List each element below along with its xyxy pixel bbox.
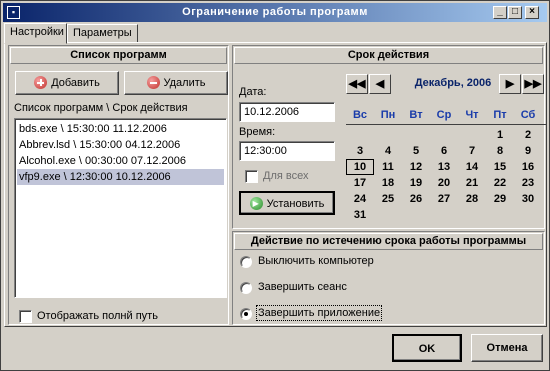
apply-all-checkbox[interactable] xyxy=(245,170,258,183)
expiry-action-group: Действие по истечению срока работы прогр… xyxy=(232,231,545,325)
calendar-weekday: Пт xyxy=(493,109,507,121)
calendar-day[interactable]: 5 xyxy=(402,143,430,159)
radio-close-app-label: Завершить приложение xyxy=(255,305,383,321)
calendar-weekday: Ср xyxy=(436,109,452,121)
calendar-day[interactable]: 14 xyxy=(458,159,486,175)
calendar-day[interactable]: 20 xyxy=(430,175,458,191)
calendar-day[interactable]: 7 xyxy=(458,143,486,159)
add-program-label: Добавить xyxy=(51,77,100,89)
full-path-label: Отображать полнй путь xyxy=(37,310,158,322)
calendar-day[interactable]: 23 xyxy=(514,175,542,191)
calendar-day[interactable]: 4 xyxy=(374,143,402,159)
validity-group: Срок действия Дата: 10.12.2006 Время: 12… xyxy=(232,45,546,229)
calendar-day[interactable]: 26 xyxy=(402,191,430,207)
calendar-day[interactable]: 21 xyxy=(458,175,486,191)
add-icon xyxy=(34,76,48,89)
next-year-button[interactable]: ▶▶ xyxy=(522,74,544,94)
title-bar[interactable]: ▪ Ограничение работы программ _ □ × xyxy=(3,3,547,22)
calendar-day[interactable]: 19 xyxy=(402,175,430,191)
add-program-button[interactable]: Добавить xyxy=(15,71,119,95)
calendar-day[interactable]: 2 xyxy=(514,127,542,143)
validity-header: Срок действия xyxy=(234,47,543,64)
calendar-day[interactable]: 31 xyxy=(346,207,374,223)
date-field[interactable]: 10.12.2006 xyxy=(239,102,335,122)
calendar-day[interactable]: 16 xyxy=(514,159,542,175)
calendar-weekday: Сб xyxy=(520,109,536,121)
calendar-day[interactable]: 17 xyxy=(346,175,374,191)
calendar-day[interactable]: 11 xyxy=(374,159,402,175)
remove-program-label: Удалить xyxy=(163,77,206,89)
window-title: Ограничение работы программ xyxy=(182,6,368,18)
calendar-day[interactable]: 13 xyxy=(430,159,458,175)
calendar-day[interactable]: 15 xyxy=(486,159,514,175)
calendar-day[interactable]: 22 xyxy=(486,175,514,191)
calendar-day[interactable]: 6 xyxy=(430,143,458,159)
calendar-month-label: Декабрь, 2006 xyxy=(414,77,492,89)
remove-icon xyxy=(146,76,160,89)
calendar: ◀◀ ◀ Декабрь, 2006 ▶ ▶▶ Вс Пн Вт Ср Чт Пт Сб 1 2… xyxy=(346,74,546,221)
expiry-action-header: Действие по истечению срока работы прогр… xyxy=(234,233,543,250)
maximize-icon[interactable]: □ xyxy=(508,6,522,19)
next-month-button[interactable]: ▶ xyxy=(499,74,521,94)
time-field[interactable]: 12:30:00 xyxy=(239,141,335,161)
program-list-item-selected[interactable]: vfp9.exe \ 12:30:00 10.12.2006 xyxy=(17,169,224,185)
radio-shutdown-label: Выключить компьютер xyxy=(258,255,374,267)
close-icon[interactable]: × xyxy=(525,6,539,19)
calendar-day[interactable]: 8 xyxy=(486,143,514,159)
time-label: Время: xyxy=(239,126,276,138)
apply-all-label: Для всех xyxy=(263,170,309,182)
program-list-item[interactable]: bds.exe \ 15:30:00 11.12.2006 xyxy=(17,121,224,137)
calendar-day[interactable]: 9 xyxy=(514,143,542,159)
set-icon xyxy=(249,197,263,210)
program-list-item[interactable]: Abbrev.lsd \ 15:30:00 04.12.2006 xyxy=(17,137,224,153)
set-button-label: Установить xyxy=(266,198,325,210)
calendar-weekday: Вс xyxy=(352,109,368,121)
ok-button[interactable]: OK xyxy=(392,334,462,362)
program-list-group: Список программ Добавить Удалить Список … xyxy=(8,45,229,325)
calendar-day[interactable]: 24 xyxy=(346,191,374,207)
date-label: Дата: xyxy=(239,86,267,98)
calendar-day[interactable]: 27 xyxy=(430,191,458,207)
minimize-icon[interactable]: _ xyxy=(493,6,507,19)
tab-settings[interactable]: Настройки xyxy=(4,23,67,44)
calendar-separator xyxy=(346,124,546,125)
calendar-day[interactable]: 25 xyxy=(374,191,402,207)
calendar-day[interactable]: 3 xyxy=(346,143,374,159)
tab-parameters[interactable]: Параметры xyxy=(67,24,138,43)
program-list-header: Список программ xyxy=(10,47,227,64)
cancel-button[interactable]: Отмена xyxy=(471,334,543,362)
set-button[interactable]: Установить xyxy=(239,191,335,215)
full-path-checkbox[interactable] xyxy=(19,310,32,323)
calendar-day[interactable]: 1 xyxy=(486,127,514,143)
radio-logoff[interactable] xyxy=(240,282,252,294)
calendar-weekday: Чт xyxy=(465,109,479,121)
prev-month-button[interactable]: ◀ xyxy=(369,74,391,94)
calendar-day[interactable]: 12 xyxy=(402,159,430,175)
radio-shutdown[interactable] xyxy=(240,256,252,268)
calendar-day[interactable]: 18 xyxy=(374,175,402,191)
calendar-weekday: Пн xyxy=(380,109,396,121)
program-list[interactable]: bds.exe \ 15:30:00 11.12.2006 Abbrev.lsd… xyxy=(14,118,227,298)
settings-panel: Список программ Добавить Удалить Список … xyxy=(4,42,547,327)
program-list-item[interactable]: Alcohol.exe \ 00:30:00 07.12.2006 xyxy=(17,153,224,169)
calendar-day[interactable]: 10 xyxy=(346,159,374,175)
radio-logoff-label: Завершить сеанс xyxy=(258,281,347,293)
calendar-day[interactable]: 30 xyxy=(514,191,542,207)
remove-program-button[interactable]: Удалить xyxy=(124,71,228,95)
radio-close-app[interactable] xyxy=(240,308,252,320)
program-list-caption: Список программ \ Срок действия xyxy=(14,102,188,114)
calendar-day[interactable]: 28 xyxy=(458,191,486,207)
calendar-day[interactable]: 29 xyxy=(486,191,514,207)
prev-year-button[interactable]: ◀◀ xyxy=(346,74,368,94)
calendar-weekday: Вт xyxy=(409,109,423,121)
dialog-window: ▪ Ограничение работы программ _ □ × Наст… xyxy=(0,0,550,371)
